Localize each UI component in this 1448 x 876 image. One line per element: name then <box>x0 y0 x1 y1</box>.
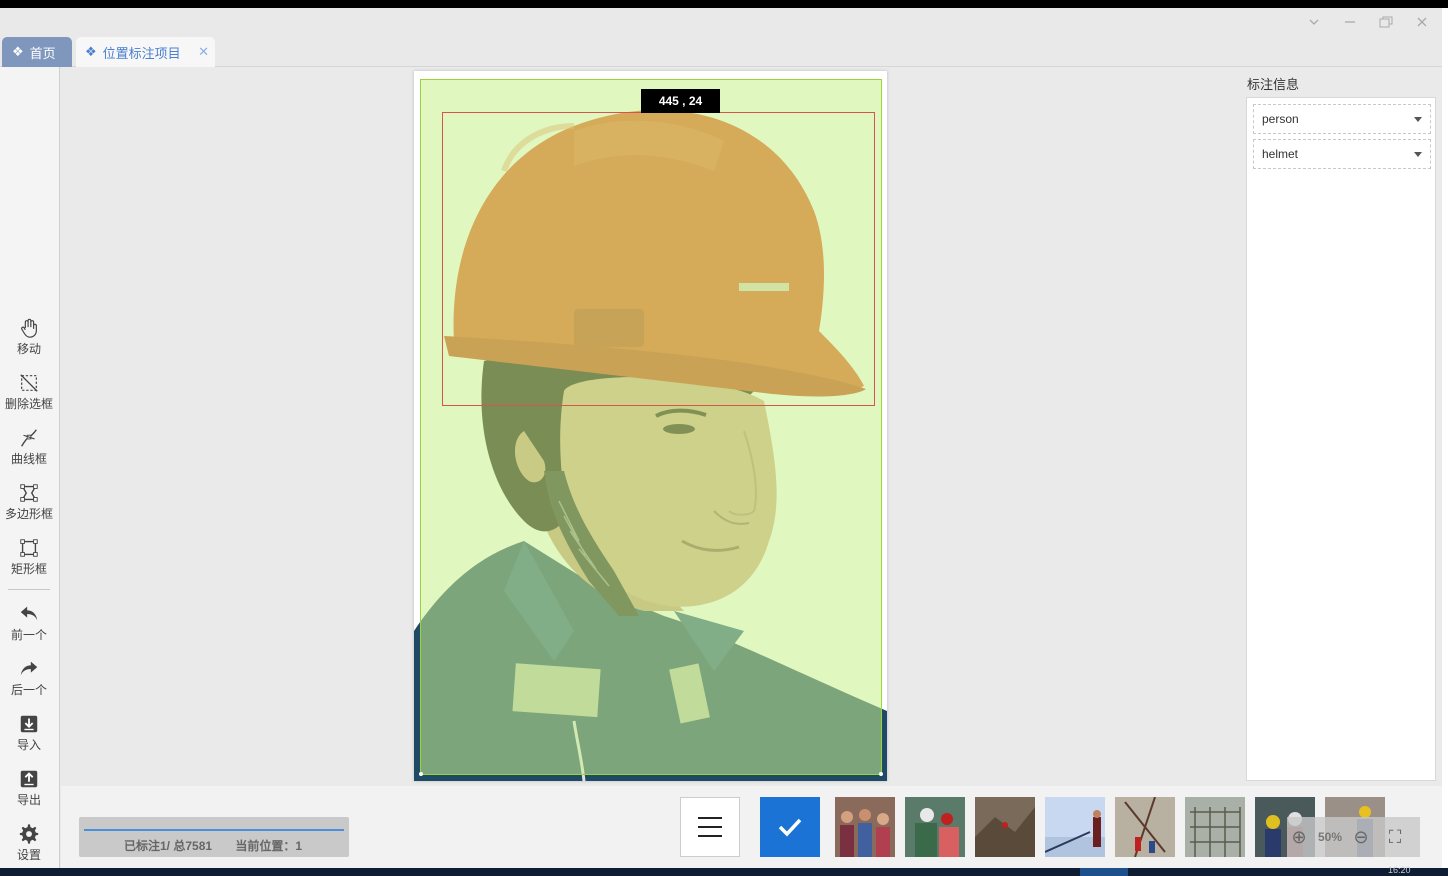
polygon-icon <box>20 484 38 502</box>
delete-box-button[interactable]: 删除选框 <box>0 372 58 420</box>
taskbar-active-app[interactable] <box>1080 868 1128 876</box>
label-select-helmet[interactable]: helmet <box>1253 139 1431 169</box>
tab-home-label: 首页 <box>29 45 56 61</box>
polygon-box-label: 多边形框 <box>4 507 53 521</box>
thumbnail[interactable] <box>905 797 965 857</box>
curve-icon <box>21 429 37 447</box>
crowd-workers-image <box>835 797 895 857</box>
label-select-person[interactable]: person <box>1253 104 1431 134</box>
export-label: 导出 <box>16 793 41 807</box>
annotation-info-panel: 标注信息 person helmet <box>1238 67 1442 786</box>
thumbnail[interactable] <box>975 797 1035 857</box>
import-button[interactable]: 导入 <box>0 713 58 761</box>
taskbar: 16:20 <box>0 865 1448 876</box>
diamond-icon: ❖ <box>12 44 24 59</box>
corner-handle[interactable] <box>419 772 423 776</box>
thumbnail[interactable] <box>1115 797 1175 857</box>
fit-screen-icon[interactable]: ⛶ <box>1383 827 1407 848</box>
import-icon <box>20 715 38 733</box>
zoom-out-icon[interactable]: ⊖ <box>1349 827 1373 848</box>
tab-home[interactable]: ❖ 首页 <box>2 37 72 67</box>
corner-handle[interactable] <box>879 772 883 776</box>
helmet-annotation-box[interactable] <box>442 112 875 406</box>
thumbnail[interactable] <box>835 797 895 857</box>
rescue-team-image <box>905 797 965 857</box>
app-window: ❖ 首页 ❖ 位置标注项目 ✕ 移动 删除选框 曲线框 多边形框 矩形框 前一个… <box>0 8 1442 868</box>
minimize-icon[interactable] <box>1338 12 1362 32</box>
progress-bar-fill <box>84 829 344 831</box>
tab-project-label: 位置标注项目 <box>102 45 181 61</box>
zoom-level: 50% <box>1317 830 1343 844</box>
rock-climbers-image <box>975 797 1035 857</box>
gear-icon <box>19 824 39 844</box>
cursor-coordinates: 445 , 24 <box>641 89 720 113</box>
status-text: 已标注1/ 总7581 当前位置：1 <box>124 837 322 854</box>
label-list: person helmet <box>1246 97 1436 781</box>
curve-box-label: 曲线框 <box>10 452 47 466</box>
image-frame[interactable]: 445 , 24 <box>414 71 887 781</box>
current-position: 当前位置：1 <box>235 839 303 853</box>
list-view-button[interactable] <box>680 797 740 857</box>
left-toolbar: 移动 删除选框 曲线框 多边形框 矩形框 前一个 后一个 导入 导出 设置 <box>0 67 60 868</box>
import-label: 导入 <box>16 738 41 752</box>
label-select-value: helmet <box>1262 147 1299 161</box>
caret-down-icon <box>1414 117 1422 122</box>
thumbnail[interactable] <box>1045 797 1105 857</box>
close-icon[interactable] <box>1410 12 1434 32</box>
label-select-value: person <box>1262 112 1299 126</box>
rectangle-icon <box>20 539 38 557</box>
toolbar-divider <box>8 589 50 590</box>
redo-arrow-icon <box>20 661 38 676</box>
move-tool-button[interactable]: 移动 <box>0 317 58 365</box>
delete-selection-icon <box>20 374 38 392</box>
curve-box-button[interactable]: 曲线框 <box>0 427 58 475</box>
confirm-button[interactable] <box>760 797 820 857</box>
next-label: 后一个 <box>10 683 47 697</box>
annotation-canvas[interactable]: 445 , 24 <box>61 67 1238 786</box>
construction-crane-image <box>1115 797 1175 857</box>
undo-arrow-icon <box>20 606 38 621</box>
move-tool-label: 移动 <box>16 342 41 356</box>
taskbar-clock: 16:20 <box>1388 865 1411 875</box>
tab-position-annotation[interactable]: ❖ 位置标注项目 ✕ <box>76 37 215 67</box>
status-box: 已标注1/ 总7581 当前位置：1 <box>79 817 349 857</box>
bottom-bar: 已标注1/ 总7581 当前位置：1 ⊕ 50% ⊖ ⛶ <box>61 786 1442 868</box>
export-button[interactable]: 导出 <box>0 768 58 816</box>
title-bar <box>0 8 1442 37</box>
zoom-control: ⊕ 50% ⊖ ⛶ <box>1287 817 1420 857</box>
settings-label: 设置 <box>16 848 41 862</box>
polygon-box-button[interactable]: 多边形框 <box>0 482 58 530</box>
progress-bar <box>84 829 344 831</box>
rect-box-label: 矩形框 <box>10 562 47 576</box>
prev-button[interactable]: 前一个 <box>0 603 58 651</box>
chevron-down-icon[interactable] <box>1302 12 1326 32</box>
background-window-edge <box>1442 8 1448 868</box>
export-icon <box>20 770 38 788</box>
caret-down-icon <box>1414 152 1422 157</box>
thumbnail[interactable] <box>1185 797 1245 857</box>
zoom-in-icon[interactable]: ⊕ <box>1287 827 1311 848</box>
scaffolding-site-image <box>1185 797 1245 857</box>
hand-icon <box>21 318 37 338</box>
restore-icon[interactable] <box>1374 12 1398 32</box>
diamond-icon: ❖ <box>85 44 97 59</box>
annotated-count: 已标注1/ 总7581 <box>124 839 213 853</box>
settings-button[interactable]: 设置 <box>0 823 58 868</box>
panel-title: 标注信息 <box>1247 77 1300 92</box>
tab-close-icon[interactable]: ✕ <box>198 44 209 60</box>
next-button[interactable]: 后一个 <box>0 658 58 706</box>
check-icon <box>778 818 802 837</box>
tab-bar: ❖ 首页 ❖ 位置标注项目 ✕ <box>0 37 1442 67</box>
rect-box-button[interactable]: 矩形框 <box>0 537 58 585</box>
prev-label: 前一个 <box>10 628 47 642</box>
delete-box-label: 删除选框 <box>4 397 53 411</box>
menu-icon <box>698 817 722 837</box>
worker-sky-image <box>1045 797 1105 857</box>
